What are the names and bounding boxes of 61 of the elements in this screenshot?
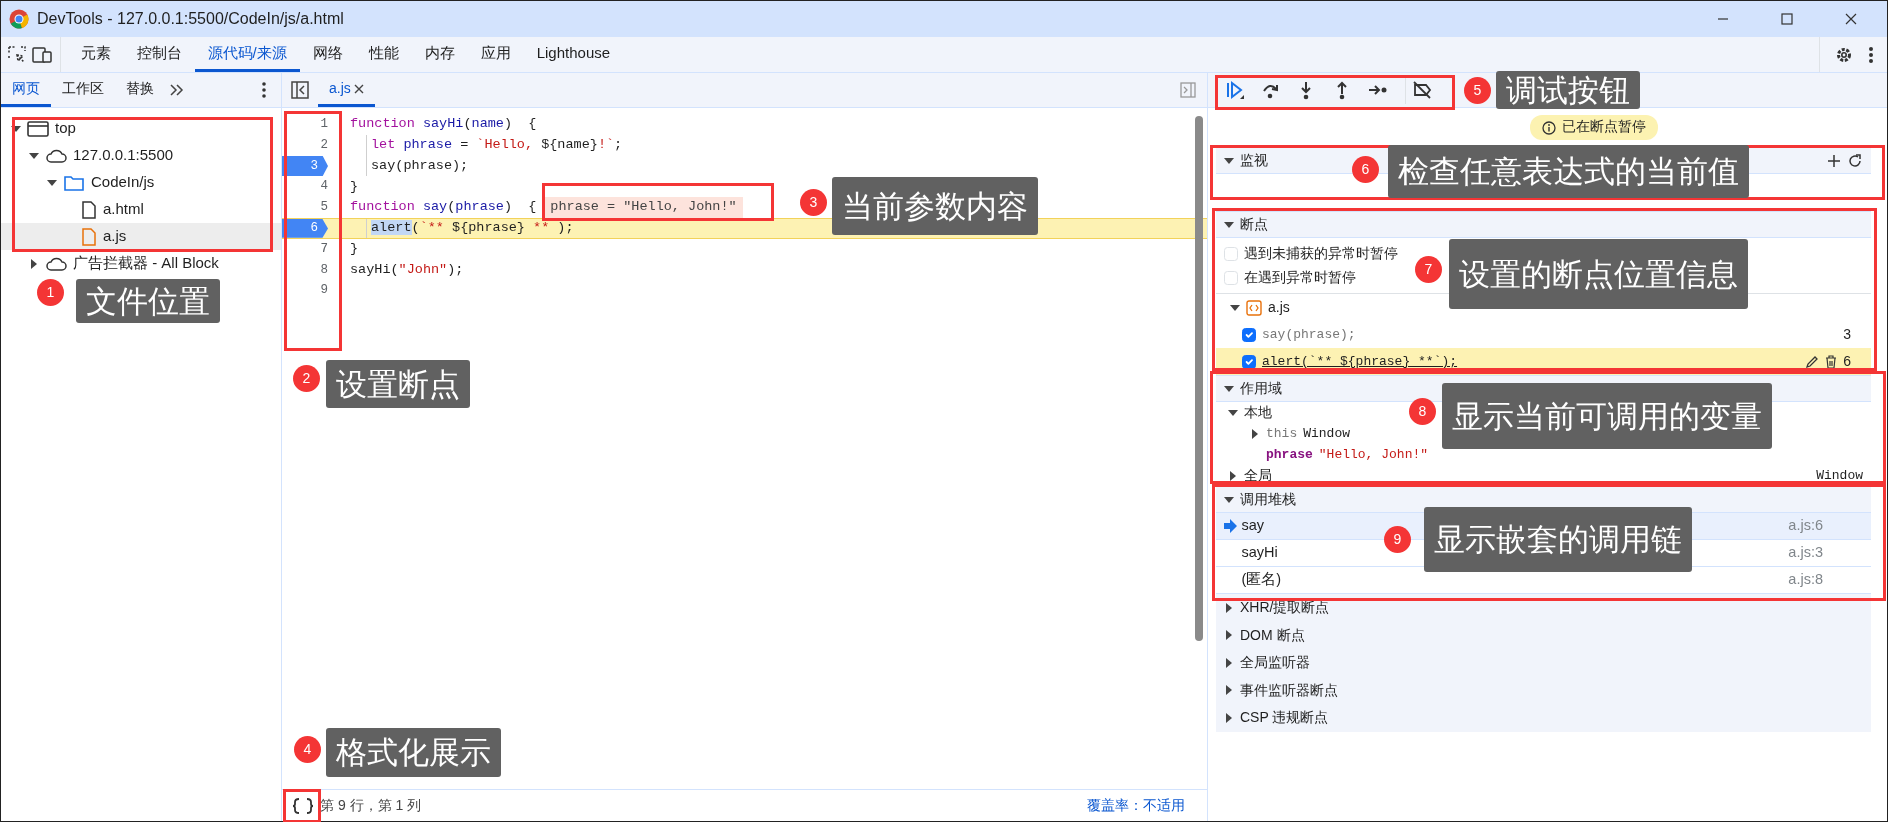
breakpoint-code: say(phrase); [1262, 325, 1356, 344]
variable-name: this [1266, 424, 1298, 443]
variable-value: Window [1303, 424, 1351, 443]
callout-number: 4 [294, 736, 321, 763]
window-title: DevTools - 127.0.0.1:5500/CodeIn/js/a.html [37, 9, 344, 29]
section-title: 调用堆栈 [1240, 490, 1296, 509]
callout-tooltip: 调试按钮 [1496, 71, 1640, 109]
callout-tooltip: 当前参数内容 [832, 177, 1038, 235]
callout-tooltip: 设置的断点位置信息 [1449, 239, 1748, 309]
function-name: sayHi [1241, 543, 1278, 563]
paused-message: 已在断点暂停 [1561, 118, 1646, 137]
scope-value: Window [1816, 466, 1863, 485]
callout-tooltip: 格式化展示 [326, 728, 501, 777]
checkbox-label: 遇到未捕获的异常时暂停 [1244, 244, 1398, 263]
checkbox-label: 在遇到异常时暂停 [1244, 268, 1356, 287]
line-number: 6 [1843, 352, 1851, 371]
callout-number: 6 [1352, 156, 1379, 183]
code-line: function say(phrase) { [350, 198, 537, 217]
function-name: (匿名) [1241, 570, 1282, 590]
callout-tooltip: 显示嵌套的调用链 [1424, 507, 1692, 572]
tree-item-label: 127.0.0.1:5500 [73, 145, 174, 166]
code-line: alert(`** ${phrase} ** ); [371, 219, 574, 238]
callout-tooltip: 设置断点 [326, 360, 470, 408]
callout-number: 3 [800, 189, 827, 216]
callout-number: 7 [1415, 256, 1442, 283]
callout-tooltip: 文件位置 [76, 279, 220, 323]
callout-number: 2 [293, 365, 320, 392]
breakpoint-code: alert(`** ${phrase} **`); [1262, 352, 1458, 371]
callout-tooltip: 检查任意表达式的当前值 [1388, 145, 1749, 198]
callout-number: 8 [1409, 398, 1436, 425]
callout-tooltip: 显示当前可调用的变量 [1442, 383, 1772, 449]
section-title: XHR/提取断点 [1240, 598, 1330, 618]
section-title: 事件监听器断点 [1240, 680, 1338, 700]
code-line: let phrase = `Hello, ${name}!`; [371, 136, 623, 155]
tree-item-label: 广告拦截器 - All Block [73, 253, 219, 274]
variable-name: phrase [1266, 445, 1313, 464]
section-title: 作用域 [1240, 379, 1282, 398]
tree-item-label: top [55, 118, 76, 139]
tree-item-label: a.html [103, 199, 144, 220]
code-line: say(phrase); [371, 156, 469, 175]
inline-value: phrase = "Hello, John!" [544, 197, 743, 218]
section-title: 监视 [1240, 151, 1268, 170]
source-location: a.js:3 [1788, 543, 1824, 563]
code-line: } [350, 240, 359, 259]
code-line: function sayHi(name) { [350, 115, 537, 134]
section-title: 断点 [1240, 215, 1268, 234]
code-line: sayHi("John"); [350, 260, 464, 279]
section-title: CSP 违规断点 [1240, 708, 1329, 728]
code-line: } [350, 177, 359, 196]
callout-number: 9 [1384, 526, 1411, 553]
source-location: a.js:8 [1788, 570, 1824, 590]
section-title: 全局监听器 [1240, 653, 1310, 673]
section-title: DOM 断点 [1240, 625, 1305, 645]
line-number: 3 [1843, 325, 1851, 344]
variable-value: "Hello, John!" [1318, 445, 1429, 464]
tree-item-label: CodeIn/js [91, 172, 155, 193]
cursor-position: 第 9 行，第 1 列 [320, 796, 422, 815]
function-name: say [1241, 516, 1265, 536]
source-location: a.js:6 [1788, 516, 1824, 536]
tree-item-label: a.js [103, 226, 127, 247]
callout-number: 1 [37, 279, 64, 306]
